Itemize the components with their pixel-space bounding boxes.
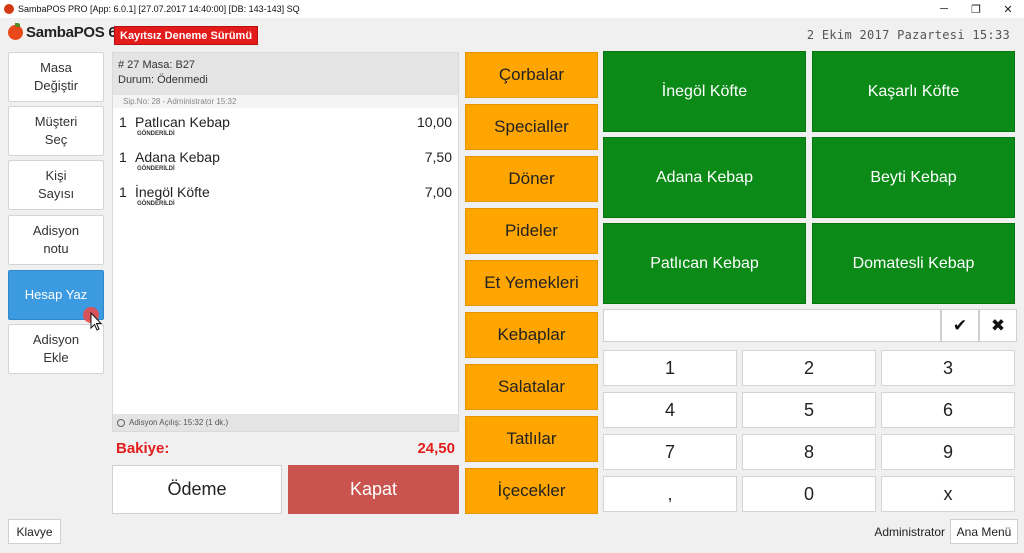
ticket-note-button[interactable]: Adisyon notu <box>8 215 104 265</box>
balance-label: Bakiye: <box>116 440 170 457</box>
product-button[interactable]: Kaşarlı Köfte <box>812 51 1015 132</box>
category-button[interactable]: Çorbalar <box>465 52 598 98</box>
category-button[interactable]: Salatalar <box>465 364 598 410</box>
window-controls: ─ ❐ ✕ <box>928 0 1024 18</box>
order-line[interactable]: 1 Adana Kebap GÖNDERİLDİ 7,50 <box>113 143 458 178</box>
numpad-key[interactable]: 2 <box>742 350 876 386</box>
payment-button[interactable]: Ödeme <box>112 465 282 514</box>
app-header: SambaPOS 6 Kayıtsız Deneme Sürümü 2 Ekim… <box>0 22 1024 48</box>
trial-badge[interactable]: Kayıtsız Deneme Sürümü <box>114 26 259 45</box>
confirm-check-icon[interactable]: ✔ <box>941 309 979 342</box>
minimize-icon[interactable]: ─ <box>928 0 960 18</box>
ticket-panel: # 27 Masa: B27 Durum: Ödenmedi Sip.No: 2… <box>112 52 459 432</box>
numpad-input[interactable] <box>603 309 941 342</box>
title-bar: SambaPOS PRO [App: 6.0.1] [27.07.2017 14… <box>0 0 1024 18</box>
numpad-key[interactable]: 9 <box>881 434 1015 470</box>
category-button[interactable]: Et Yemekleri <box>465 260 598 306</box>
ticket-table-info: # 27 Masa: B27 <box>118 59 196 71</box>
numpad-key[interactable]: , <box>603 476 737 512</box>
order-name: Adana Kebap <box>135 149 220 165</box>
numpad-key[interactable]: x <box>881 476 1015 512</box>
numpad-key[interactable]: 5 <box>742 392 876 428</box>
user-label: Administrator <box>874 525 945 539</box>
balance-value: 24,50 <box>417 440 455 457</box>
numpad-key[interactable]: 7 <box>603 434 737 470</box>
product-button[interactable]: Domatesli Kebap <box>812 223 1015 304</box>
category-button[interactable]: Specialler <box>465 104 598 150</box>
guest-count-button[interactable]: Kişi Sayısı <box>8 160 104 210</box>
window-title: SambaPOS PRO [App: 6.0.1] [27.07.2017 14… <box>18 4 300 14</box>
ticket-status: Durum: Ödenmedi <box>118 74 208 86</box>
numpad-key[interactable]: 0 <box>742 476 876 512</box>
numpad-key[interactable]: 6 <box>881 392 1015 428</box>
product-button[interactable]: Patlıcan Kebap <box>603 223 806 304</box>
select-customer-button[interactable]: Müşteri Seç <box>8 106 104 156</box>
numpad-key[interactable]: 4 <box>603 392 737 428</box>
order-name: İnegöl Köfte <box>135 184 210 200</box>
order-price: 7,00 <box>424 184 452 200</box>
category-button[interactable]: Kebaplar <box>465 312 598 358</box>
order-status: GÖNDERİLDİ <box>137 131 175 137</box>
order-status: GÖNDERİLDİ <box>137 166 175 172</box>
category-button[interactable]: İçecekler <box>465 468 598 514</box>
ticket-header[interactable]: # 27 Masa: B27 Durum: Ödenmedi <box>113 53 458 95</box>
main-menu-button[interactable]: Ana Menü <box>950 519 1018 544</box>
product-button[interactable]: Beyti Kebap <box>812 137 1015 218</box>
logo: SambaPOS 6 <box>8 23 117 41</box>
order-qty: 1 <box>119 114 127 130</box>
product-button[interactable]: Adana Kebap <box>603 137 806 218</box>
datetime-label: 2 Ekim 2017 Pazartesi 15:33 <box>806 28 1010 42</box>
restore-icon[interactable]: ❐ <box>960 0 992 18</box>
category-button[interactable]: Pideler <box>465 208 598 254</box>
clock-icon <box>117 418 125 427</box>
close-ticket-button[interactable]: Kapat <box>288 465 459 514</box>
product-button[interactable]: İnegöl Köfte <box>603 51 806 132</box>
category-button[interactable]: Tatlılar <box>465 416 598 462</box>
order-line[interactable]: 1 Patlıcan Kebap GÖNDERİLDİ 10,00 <box>113 108 458 143</box>
change-table-button[interactable]: Masa Değiştir <box>8 52 104 102</box>
category-button[interactable]: Döner <box>465 156 598 202</box>
order-price: 7,50 <box>424 149 452 165</box>
order-status: GÖNDERİLDİ <box>137 201 175 207</box>
logo-text: SambaPOS 6 <box>26 24 117 41</box>
mouse-cursor-icon <box>83 307 103 331</box>
numpad-key[interactable]: 8 <box>742 434 876 470</box>
keyboard-button[interactable]: Klavye <box>8 519 61 544</box>
logo-tomato-icon <box>8 23 23 40</box>
numpad-key[interactable]: 3 <box>881 350 1015 386</box>
cancel-x-icon[interactable]: ✖ <box>979 309 1017 342</box>
order-name: Patlıcan Kebap <box>135 114 230 130</box>
app-icon <box>4 4 14 14</box>
numpad-key[interactable]: 1 <box>603 350 737 386</box>
order-qty: 1 <box>119 184 127 200</box>
close-window-icon[interactable]: ✕ <box>992 0 1024 18</box>
ticket-opened-time: Adisyon Açılış: 15:32 (1 dk.) <box>129 418 229 427</box>
order-line[interactable]: 1 İnegöl Köfte GÖNDERİLDİ 7,00 <box>113 178 458 213</box>
order-info: Sip.No: 28 - Administrator 15:32 <box>113 95 458 108</box>
ticket-footer: Adisyon Açılış: 15:32 (1 dk.) <box>113 414 458 431</box>
order-price: 10,00 <box>416 114 452 130</box>
order-qty: 1 <box>119 149 127 165</box>
